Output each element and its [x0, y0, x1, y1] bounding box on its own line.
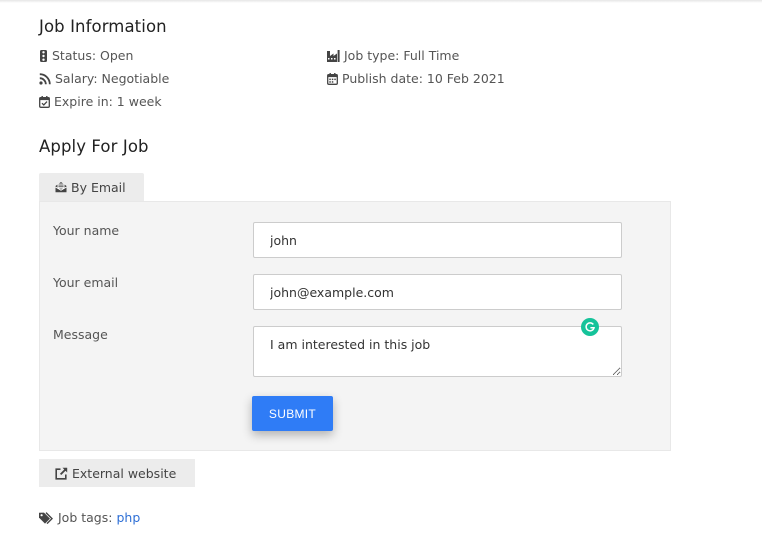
email-label: Your email [53, 275, 119, 290]
job-type-meta: Job type: Full Time [327, 48, 459, 63]
name-label: Your name [53, 223, 120, 238]
job-tags: Job tags: php [39, 510, 140, 525]
salary-meta: Salary: Negotiable [39, 71, 169, 86]
traffic-light-icon [40, 49, 47, 62]
status-text: Status: Open [52, 48, 134, 63]
job-type-text: Job type: Full Time [344, 48, 460, 63]
feed-icon [39, 72, 51, 85]
submit-button[interactable]: SUBMIT [252, 396, 333, 431]
message-textarea[interactable]: I am interested in this job [253, 326, 622, 377]
external-website-button[interactable]: External website [39, 459, 195, 487]
job-information-heading: Job Information [39, 17, 167, 36]
calendar-icon [327, 72, 338, 85]
expire-text: Expire in: 1 week [54, 94, 162, 109]
salary-text: Salary: Negotiable [55, 71, 170, 86]
industry-icon [327, 49, 340, 62]
message-label: Message [53, 327, 108, 342]
job-tags-label: Job tags: [58, 510, 113, 525]
tab-by-email[interactable]: By Email [39, 173, 144, 201]
publish-date-text: Publish date: 10 Feb 2021 [342, 71, 505, 86]
header-shadow [0, 0, 762, 3]
publish-date-meta: Publish date: 10 Feb 2021 [327, 71, 505, 86]
tab-by-email-label: By Email [71, 179, 126, 195]
grammarly-g-icon [585, 322, 595, 332]
external-link-icon [55, 467, 68, 480]
expire-meta: Expire in: 1 week [39, 94, 162, 109]
external-website-label: External website [72, 465, 177, 481]
name-input[interactable] [253, 222, 622, 258]
envelope-open-text-icon [55, 182, 67, 193]
tags-icon [39, 511, 53, 524]
tag-link-php[interactable]: php [116, 510, 140, 525]
grammarly-icon[interactable] [581, 318, 599, 336]
apply-heading: Apply For Job [39, 137, 149, 156]
calendar-check-icon [39, 95, 50, 108]
status-meta: Status: Open [39, 48, 133, 63]
apply-form-panel: Your name Your email Message I am intere… [39, 201, 671, 451]
email-input[interactable] [253, 274, 622, 310]
